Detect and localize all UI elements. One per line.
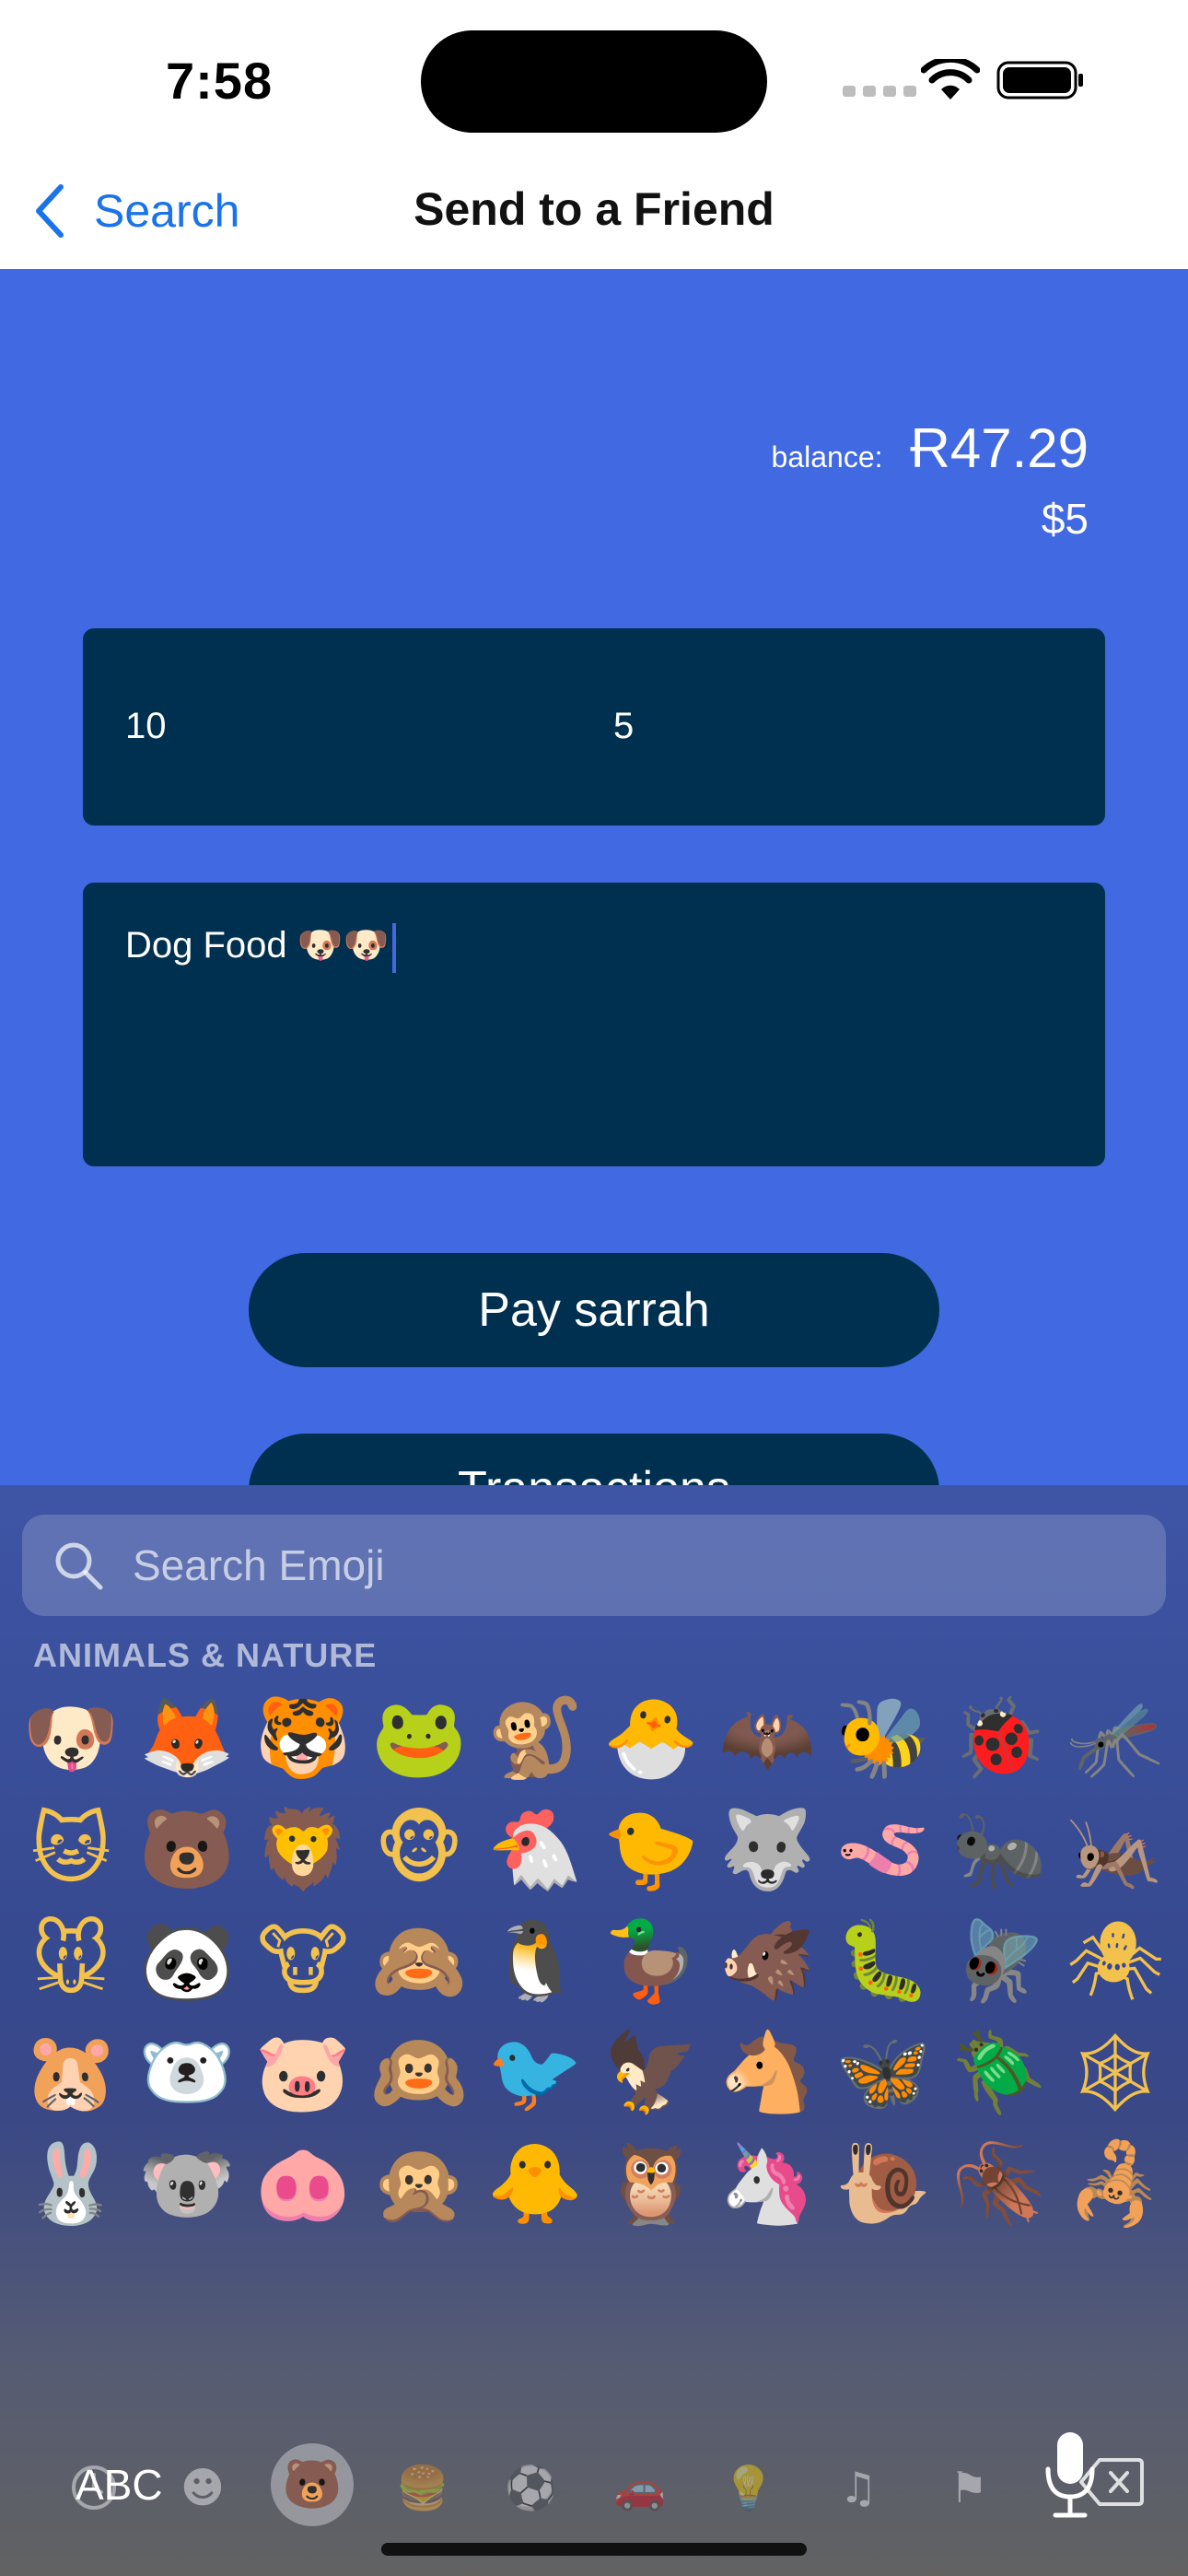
cellular-signal-icon — [843, 86, 916, 97]
home-indicator — [381, 2543, 807, 2556]
emoji-key[interactable]: 🐹 — [13, 2017, 129, 2128]
emoji-key[interactable]: 🐛 — [825, 1905, 941, 2017]
emoji-key[interactable]: 🙈 — [361, 1905, 477, 2017]
emoji-key[interactable]: 🐦 — [477, 2017, 593, 2128]
emoji-key[interactable]: 🙊 — [361, 2128, 477, 2240]
search-icon — [55, 1542, 103, 1590]
emoji-key[interactable]: 🦆 — [593, 1905, 709, 2017]
emoji-key[interactable]: 🦊 — [129, 1682, 245, 1794]
emoji-key[interactable]: 🐣 — [593, 1682, 709, 1794]
navigation-bar: Search Send to a Friend — [0, 157, 1188, 269]
amount-usd-value[interactable]: 5 — [613, 706, 634, 747]
emoji-key[interactable]: 🦋 — [825, 2017, 941, 2128]
dynamic-island — [421, 30, 767, 133]
balance-label: balance: — [771, 440, 883, 474]
emoji-key[interactable]: 🪲 — [941, 2017, 1057, 2128]
balance-usd-value: $5 — [1041, 495, 1089, 543]
emoji-key[interactable]: 🪳 — [941, 2128, 1057, 2240]
emoji-key[interactable]: 🐸 — [361, 1682, 477, 1794]
food-icon[interactable]: 🍔 — [396, 2462, 448, 2513]
emoji-key[interactable]: 🐻‍❄️ — [129, 2017, 245, 2128]
emoji-key[interactable]: 🐵 — [361, 1794, 477, 1905]
emoji-key[interactable]: 🐗 — [709, 1905, 825, 2017]
emoji-category-bar: ☻ 🐻 🍔 ⚽ 🚗 💡 ♫ ⚑ — [0, 2443, 1188, 2532]
emoji-key[interactable]: 🦁 — [245, 1794, 361, 1905]
emoji-search-input[interactable]: Search Emoji — [22, 1515, 1166, 1616]
emoji-key[interactable]: 🐯 — [245, 1682, 361, 1794]
emoji-category-title: ANIMALS & NATURE — [33, 1636, 378, 1674]
travel-icon[interactable]: 🚗 — [613, 2462, 666, 2513]
emoji-key[interactable]: 🐰 — [13, 2128, 129, 2240]
objects-icon[interactable]: 💡 — [722, 2462, 775, 2513]
emoji-key[interactable]: 🐔 — [477, 1794, 593, 1905]
emoji-key[interactable]: 🐭 — [13, 1905, 129, 2017]
emoji-key[interactable]: 🕸 — [1057, 2017, 1173, 2128]
flags-icon[interactable]: ⚑ — [943, 2462, 995, 2513]
emoji-key[interactable]: 🐜 — [941, 1794, 1057, 1905]
emoji-key[interactable]: 🐥 — [477, 2128, 593, 2240]
balance-value: Ɍ47.29 — [910, 417, 1089, 479]
emoji-key[interactable]: 🦅 — [593, 2017, 709, 2128]
animals-icon[interactable]: 🐻 — [271, 2443, 354, 2526]
emoji-key[interactable]: 🐤 — [593, 1794, 709, 1905]
pay-button[interactable]: Pay sarrah — [249, 1253, 939, 1367]
emoji-key[interactable]: 🐶 — [13, 1682, 129, 1794]
emoji-key[interactable]: 🐨 — [129, 2128, 245, 2240]
memo-text: Dog Food 🐶🐶 — [125, 925, 390, 966]
status-bar: 7:58 — [0, 0, 1188, 157]
battery-icon — [996, 61, 1083, 100]
microphone-icon[interactable] — [1042, 2429, 1098, 2521]
status-time: 7:58 — [166, 52, 274, 110]
smileys-icon[interactable]: ☻ — [177, 2462, 228, 2513]
activity-icon[interactable]: ⚽ — [505, 2462, 557, 2513]
emoji-keyboard: Search Emoji ANIMALS & NATURE 🐶 🦊 🐯 🐸 🐒 🐣 🦇 🐝 🐞 🦟… — [0, 1485, 1188, 2576]
emoji-key[interactable]: 🐷 — [245, 2017, 361, 2128]
search-placeholder: Search Emoji — [133, 1541, 385, 1589]
emoji-key[interactable]: 🙉 — [361, 2017, 477, 2128]
emoji-key[interactable]: 🦗 — [1057, 1794, 1173, 1905]
page-title: Send to a Friend — [413, 183, 775, 235]
emoji-key[interactable]: 🦉 — [593, 2128, 709, 2240]
emoji-key[interactable]: 🦇 — [709, 1682, 825, 1794]
emoji-key[interactable]: 🐻 — [129, 1794, 245, 1905]
emoji-key[interactable]: 🕷 — [1057, 1905, 1173, 2017]
emoji-key[interactable]: 🪰 — [941, 1905, 1057, 2017]
emoji-key[interactable]: 🐮 — [245, 1905, 361, 2017]
emoji-key[interactable]: 🦄 — [709, 2128, 825, 2240]
emoji-key[interactable]: 🐽 — [245, 2128, 361, 2240]
emoji-key[interactable]: 🐼 — [129, 1905, 245, 2017]
text-caret — [392, 923, 396, 973]
emoji-key[interactable]: 🐴 — [709, 2017, 825, 2128]
emoji-key[interactable]: 🐝 — [825, 1682, 941, 1794]
abc-keyboard-button[interactable]: ABC — [76, 2460, 163, 2510]
emoji-grid: 🐶 🦊 🐯 🐸 🐒 🐣 🦇 🐝 🐞 🦟 🐱 🐻 🦁 🐵 🐔 🐤 🐺 🪱 🐜 🦗 🐭 🐼 🐮 🙈 🐧 🦆 🐗 🐛 🪰 🕷 🐹 🐻‍❄️ 🐷 🙉 🐦 🦅 🐴… — [13, 1682, 1173, 2240]
emoji-key[interactable]: 🐧 — [477, 1905, 593, 2017]
emoji-key[interactable]: 🦟 — [1057, 1682, 1173, 1794]
emoji-key[interactable]: 🐌 — [825, 2128, 941, 2240]
amount-value[interactable]: 10 — [125, 706, 167, 747]
emoji-key[interactable]: 🪱 — [825, 1794, 941, 1905]
wifi-icon — [921, 59, 980, 100]
symbols-icon[interactable]: ♫ — [833, 2462, 884, 2513]
emoji-key[interactable]: 🐺 — [709, 1794, 825, 1905]
amount-field[interactable]: 10 5 — [83, 628, 1105, 825]
emoji-key[interactable]: 🐞 — [941, 1682, 1057, 1794]
emoji-key[interactable]: 🦂 — [1057, 2128, 1173, 2240]
memo-field[interactable]: Dog Food 🐶🐶 — [83, 883, 1105, 1166]
emoji-key[interactable]: 🐱 — [13, 1794, 129, 1905]
emoji-key[interactable]: 🐒 — [477, 1682, 593, 1794]
balance-row: balance: Ɍ47.29 — [772, 416, 1089, 480]
